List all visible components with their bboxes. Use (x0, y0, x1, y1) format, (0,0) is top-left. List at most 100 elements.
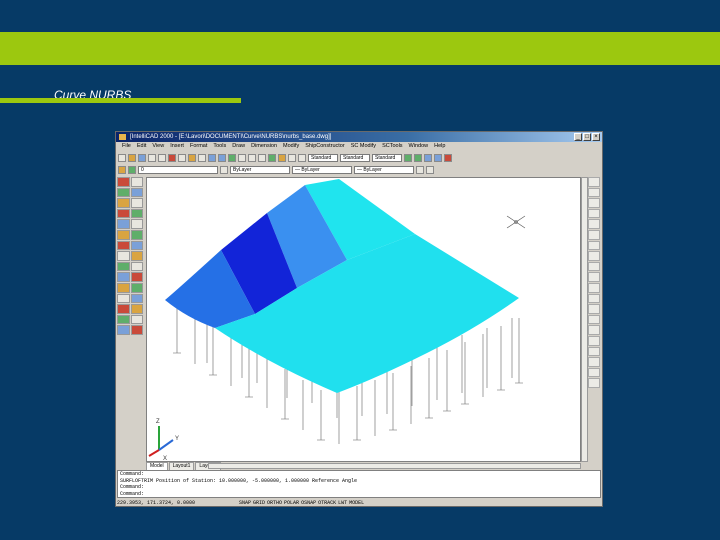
tab-model[interactable]: Model (146, 462, 168, 470)
spline-tool-icon[interactable] (117, 251, 130, 261)
maximize-button[interactable]: □ (583, 133, 591, 141)
osnap-nearest-icon[interactable] (588, 282, 600, 293)
zoom-window-icon[interactable] (248, 153, 256, 162)
redo-icon[interactable] (218, 153, 226, 162)
pan-icon[interactable] (228, 153, 236, 162)
menu-draw[interactable]: Draw (232, 142, 245, 151)
layer-select[interactable]: 0 (138, 165, 218, 174)
insert-block-icon[interactable] (117, 272, 130, 282)
circle-tool-icon[interactable] (117, 240, 130, 251)
menu-sctools[interactable]: SCTools (382, 142, 402, 151)
polyline-tool-icon[interactable] (117, 198, 130, 208)
fillet-tool-icon[interactable] (130, 314, 143, 325)
status-grid[interactable]: GRID (253, 499, 265, 506)
region-tool-icon[interactable] (117, 314, 130, 325)
make-block-icon[interactable] (117, 282, 130, 293)
menu-format[interactable]: Format (190, 142, 207, 151)
osnap-apparent-icon[interactable] (588, 293, 600, 304)
trim-tool-icon[interactable] (130, 272, 143, 282)
render-icon[interactable] (434, 153, 442, 162)
stretch-tool-icon[interactable] (130, 261, 143, 272)
menu-dimension[interactable]: Dimension (251, 142, 277, 151)
vertical-scrollbar[interactable] (581, 177, 588, 462)
drawing-canvas[interactable]: Z Y X (146, 177, 581, 462)
osnap-extension-icon[interactable] (588, 240, 600, 251)
point-tool-icon[interactable] (117, 293, 130, 304)
horizontal-scrollbar[interactable] (208, 463, 581, 469)
paste-icon[interactable] (188, 153, 196, 162)
scale-tool-icon[interactable] (130, 251, 143, 261)
text-style-select[interactable]: Standard (308, 153, 338, 162)
lineweight-select[interactable]: — ByLayer (354, 165, 414, 174)
offset-tool-icon[interactable] (130, 208, 143, 219)
array-tool-icon[interactable] (130, 219, 143, 229)
open-folder-icon[interactable] (128, 153, 136, 162)
copy-tool-icon[interactable] (130, 187, 143, 198)
move-tool-icon[interactable] (130, 229, 143, 240)
flag-icon[interactable] (426, 165, 434, 174)
construction-line-icon[interactable] (117, 187, 130, 198)
print-icon[interactable] (148, 153, 156, 162)
command-window[interactable]: Command: SURFLOFTRIM Position of Station… (117, 470, 601, 498)
mirror-tool-icon[interactable] (130, 198, 143, 208)
match-properties-icon[interactable] (198, 153, 206, 162)
status-model[interactable]: MODEL (349, 499, 364, 506)
osnap-center-icon[interactable] (588, 198, 600, 208)
cut-icon[interactable] (168, 153, 176, 162)
menu-modify[interactable]: Modify (283, 142, 299, 151)
dim-style-select[interactable]: Standard (340, 153, 370, 162)
status-polar[interactable]: POLAR (284, 499, 299, 506)
osnap-settings-icon[interactable] (588, 325, 600, 335)
extend-tool-icon[interactable] (130, 282, 143, 293)
menu-view[interactable]: View (152, 142, 164, 151)
osnap-intersection-icon[interactable] (588, 229, 600, 240)
save-icon[interactable] (138, 153, 146, 162)
command-prompt[interactable]: Command: (120, 491, 600, 498)
osnap-from-icon[interactable] (588, 335, 600, 346)
line-tool-icon[interactable] (117, 177, 130, 187)
osnap-insertion-icon[interactable] (588, 251, 600, 261)
osnap-midpoint-icon[interactable] (588, 187, 600, 198)
color-select[interactable]: ByLayer (230, 165, 290, 174)
osnap-node-icon[interactable] (588, 208, 600, 219)
orbit-icon[interactable] (414, 153, 422, 162)
close-button[interactable]: × (592, 133, 600, 141)
osnap-perpendicular-icon[interactable] (588, 261, 600, 272)
tool-palette-icon[interactable] (288, 153, 296, 162)
explode-tool-icon[interactable] (130, 325, 143, 335)
ellipse-tool-icon[interactable] (117, 261, 130, 272)
undo-icon[interactable] (208, 153, 216, 162)
status-lwt[interactable]: LWT (338, 499, 347, 506)
osnap-quadrant-icon[interactable] (588, 219, 600, 229)
help-icon[interactable] (298, 153, 306, 162)
zoom-previous-icon[interactable] (258, 153, 266, 162)
view-top-icon[interactable] (588, 357, 600, 367)
design-center-icon[interactable] (278, 153, 286, 162)
menu-file[interactable]: File (122, 142, 131, 151)
menu-tools[interactable]: Tools (213, 142, 226, 151)
mtext-tool-icon[interactable] (117, 325, 130, 335)
menu-insert[interactable]: Insert (170, 142, 184, 151)
hatch-tool-icon[interactable] (117, 304, 130, 314)
menu-shipconstructor[interactable]: ShipConstructor (305, 142, 344, 151)
status-ortho[interactable]: ORTHO (267, 499, 282, 506)
menu-help[interactable]: Help (434, 142, 445, 151)
arc-tool-icon[interactable] (117, 229, 130, 240)
plot-style-icon[interactable] (416, 165, 424, 174)
status-snap[interactable]: SNAP (239, 499, 251, 506)
print-preview-icon[interactable] (158, 153, 166, 162)
polygon-tool-icon[interactable] (117, 208, 130, 219)
layer-manager-icon[interactable] (118, 165, 126, 174)
osnap-temp-track-icon[interactable] (588, 346, 600, 357)
menu-edit[interactable]: Edit (137, 142, 146, 151)
tab-layout1[interactable]: Layout1 (168, 462, 195, 470)
rotate-tool-icon[interactable] (130, 240, 143, 251)
light-icon[interactable] (444, 153, 452, 162)
rectangle-tool-icon[interactable] (117, 219, 130, 229)
new-file-icon[interactable] (118, 153, 126, 162)
menu-window[interactable]: Window (409, 142, 429, 151)
osnap-tangent-icon[interactable] (588, 272, 600, 282)
minimize-button[interactable]: _ (574, 133, 582, 141)
linetype-select[interactable]: — ByLayer (292, 165, 352, 174)
menu-sc-modify[interactable]: SC Modify (351, 142, 376, 151)
